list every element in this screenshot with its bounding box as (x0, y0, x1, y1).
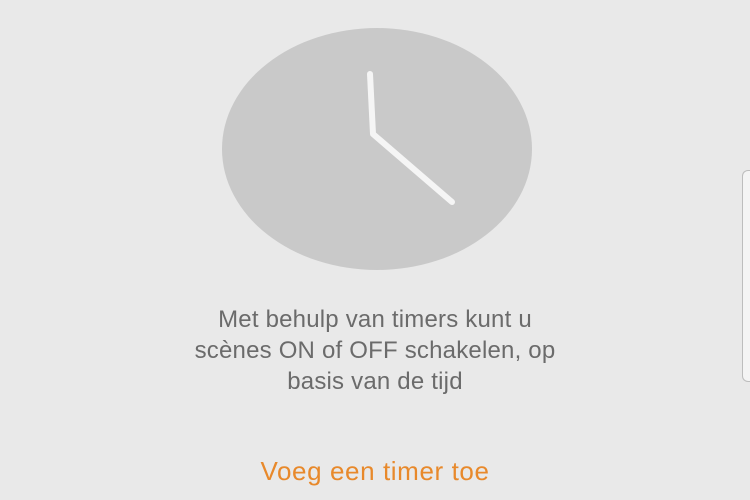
clock-face (222, 28, 532, 270)
clock-icon (222, 28, 532, 270)
message-line: scènes ON of OFF schakelen, op (194, 337, 556, 364)
message-line: basis van de tijd (287, 368, 463, 395)
add-timer-button[interactable]: Voeg een timer toe (200, 455, 550, 487)
message-line: Met behulp van timers kunt u (218, 306, 532, 333)
timers-screen: Met behulp van timers kunt u scènes ON o… (0, 0, 750, 500)
empty-state-message: Met behulp van timers kunt u scènes ON o… (150, 304, 600, 397)
scrollbar-thumb[interactable] (742, 170, 750, 382)
